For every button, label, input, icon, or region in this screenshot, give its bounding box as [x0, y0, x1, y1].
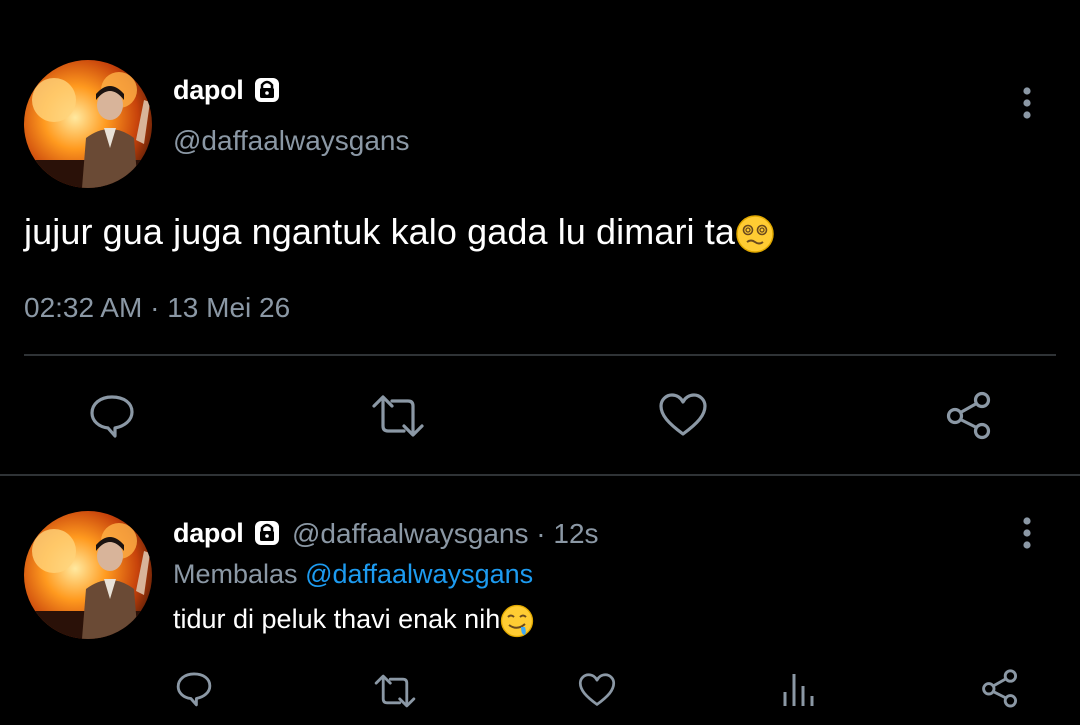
- retweet-icon[interactable]: [370, 392, 426, 440]
- more-options-icon[interactable]: [1016, 86, 1038, 120]
- reply-text-body: tidur di peluk thavi enak nih: [173, 604, 501, 635]
- share-icon[interactable]: [980, 668, 1020, 708]
- analytics-icon[interactable]: [782, 670, 816, 708]
- more-options-icon[interactable]: [1016, 516, 1038, 550]
- share-icon[interactable]: [944, 390, 994, 440]
- reply-author-avatar[interactable]: [24, 511, 152, 639]
- lock-icon: [252, 75, 282, 105]
- drooling-face-emoji-icon: [500, 604, 534, 638]
- reply-author-name[interactable]: dapol: [173, 518, 244, 549]
- lock-icon: [252, 518, 282, 548]
- author-avatar[interactable]: [24, 60, 152, 188]
- replying-to-line: Membalas @daffaalwaysgans: [173, 559, 533, 590]
- like-icon[interactable]: [578, 672, 616, 708]
- replying-to-mention[interactable]: @daffaalwaysgans: [305, 559, 533, 589]
- tweet-text-body: jujur gua juga ngantuk kalo gada lu dima…: [24, 211, 735, 252]
- retweet-icon[interactable]: [373, 672, 417, 710]
- tweet-divider: [24, 354, 1056, 356]
- reply-age[interactable]: 12s: [553, 518, 598, 549]
- reply-icon[interactable]: [88, 392, 136, 440]
- tweet-timestamp[interactable]: 02:32 AM · 13 Mei 26: [24, 292, 290, 324]
- reply-icon[interactable]: [175, 670, 213, 708]
- tweet-time: 02:32 AM: [24, 292, 143, 323]
- reply-author-handle-row: @daffaalwaysgans · 12s: [292, 518, 599, 550]
- reply-text: tidur di peluk thavi enak nih: [173, 604, 534, 638]
- separator: ·: [150, 292, 160, 323]
- author-handle[interactable]: @daffaalwaysgans: [173, 125, 410, 157]
- tweet-text: jujur gua juga ngantuk kalo gada lu dima…: [24, 211, 775, 254]
- thread-divider: [0, 474, 1080, 476]
- replying-prefix: Membalas: [173, 559, 298, 589]
- woozy-face-emoji-icon: [735, 211, 775, 254]
- author-name[interactable]: dapol: [173, 75, 244, 106]
- separator: ·: [536, 518, 546, 549]
- like-icon[interactable]: [658, 392, 708, 438]
- tweet-date: 13 Mei 26: [167, 292, 291, 323]
- reply-author-handle[interactable]: @daffaalwaysgans: [292, 518, 529, 549]
